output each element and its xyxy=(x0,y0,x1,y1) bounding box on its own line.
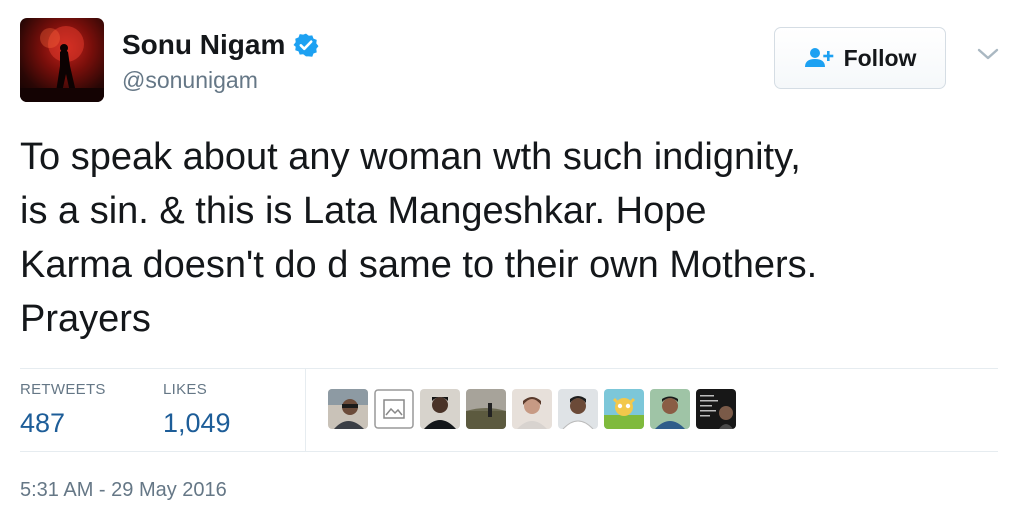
likes-label: LIKES xyxy=(163,381,208,398)
follow-button[interactable]: Follow xyxy=(774,27,946,89)
liker-avatar[interactable] xyxy=(696,389,736,429)
follow-button-label: Follow xyxy=(843,44,917,71)
author-name[interactable]: Sonu Nigam xyxy=(122,28,285,62)
liker-avatar[interactable] xyxy=(466,389,506,429)
likers-avatars xyxy=(328,389,736,429)
liker-avatar[interactable] xyxy=(558,389,598,429)
verified-badge-icon xyxy=(293,33,319,57)
tweet-text: To speak about any woman wth such indign… xyxy=(20,136,818,340)
stats-divider xyxy=(305,369,306,451)
likes-stat[interactable]: LIKES 1,049 xyxy=(163,381,231,439)
chevron-down-icon[interactable] xyxy=(976,46,1000,62)
liker-avatar[interactable] xyxy=(604,389,644,429)
retweets-label: RETWEETS xyxy=(20,381,106,398)
likes-count: 1,049 xyxy=(163,408,231,438)
author-info: Sonu Nigam @sonunigam xyxy=(122,28,319,94)
author-avatar[interactable] xyxy=(20,18,104,102)
author-handle[interactable]: @sonunigam xyxy=(122,66,319,94)
liker-avatar[interactable] xyxy=(650,389,690,429)
retweets-count: 487 xyxy=(20,408,66,438)
add-user-icon xyxy=(804,48,833,67)
author-name-row: Sonu Nigam xyxy=(122,28,319,62)
retweets-stat[interactable]: RETWEETS 487 xyxy=(20,381,106,439)
liker-avatar[interactable] xyxy=(512,389,552,429)
avatar-image xyxy=(20,26,104,102)
liker-avatar[interactable] xyxy=(328,389,368,429)
tweet-card: Sonu Nigam @sonunigam Follow To speak ab… xyxy=(0,0,1024,524)
tweet-stats: RETWEETS 487 LIKES 1,049 xyxy=(20,368,998,452)
liker-avatar-placeholder[interactable] xyxy=(374,389,414,429)
liker-avatar[interactable] xyxy=(420,389,460,429)
tweet-timestamp[interactable]: 5:31 AM - 29 May 2016 xyxy=(20,478,227,502)
